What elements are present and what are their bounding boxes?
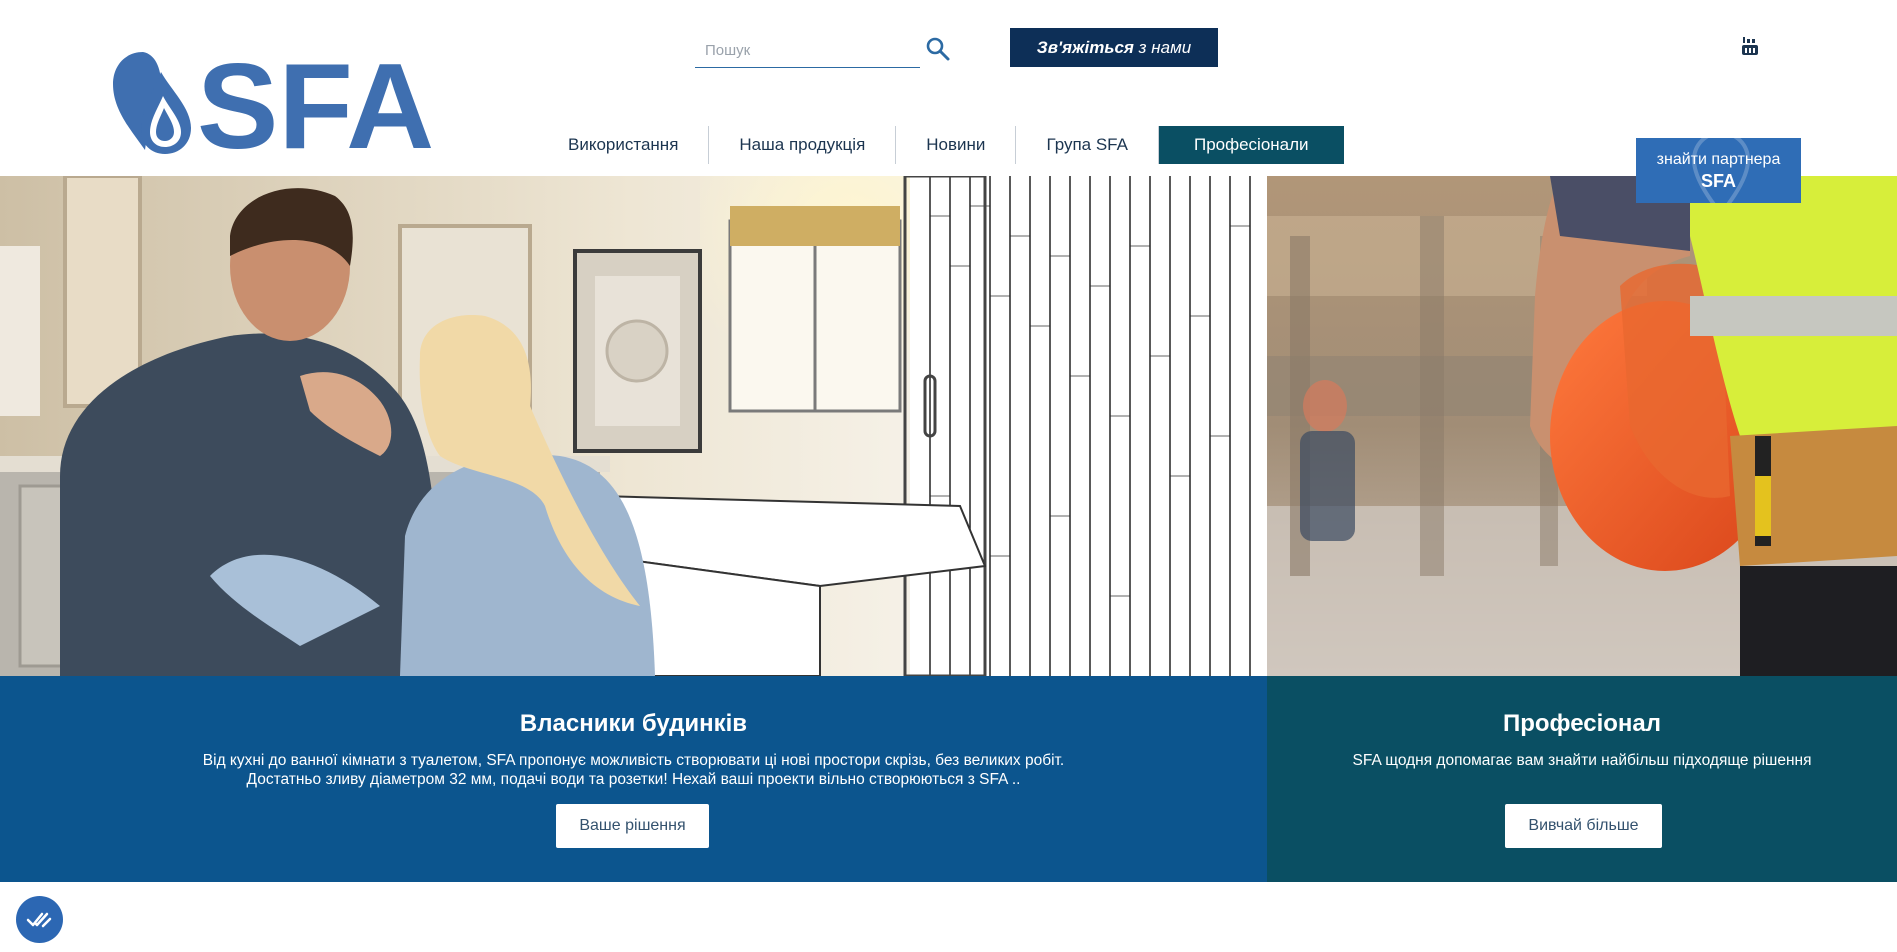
nav-item-professionals[interactable]: Професіонали: [1158, 126, 1344, 164]
sfa-logo-mark: SFA: [113, 50, 434, 156]
search-box: [695, 34, 920, 68]
nav-item-products[interactable]: Наша продукція: [709, 126, 895, 164]
search-input[interactable]: [695, 34, 875, 66]
contact-us-button[interactable]: Зв'яжіться з нами: [1010, 28, 1218, 67]
nav-item-news[interactable]: Новини: [896, 126, 1015, 164]
homeowners-text: Від кухні до ванної кімнати з туалетом, …: [0, 751, 1267, 789]
hero-illustration: [0, 176, 1897, 676]
search-button[interactable]: [925, 36, 951, 62]
your-solution-button[interactable]: Ваше рішення: [556, 804, 709, 848]
search-icon: [926, 37, 950, 61]
professional-text: SFA щодня допомагає вам знайти найбільш …: [1352, 752, 1812, 769]
professional-panel: Професіонал SFA щодня допомагає вам знай…: [1267, 676, 1897, 882]
cookie-consent-button[interactable]: [16, 896, 63, 943]
main-nav: Використання Наша продукція Новини Група…: [538, 126, 1344, 164]
learn-more-button[interactable]: Вивчай більше: [1505, 804, 1662, 848]
contact-bold-text: Зв'яжіться: [1036, 38, 1134, 57]
partner-line2: SFA: [1700, 171, 1736, 191]
partner-line1: знайти партнера: [1656, 151, 1781, 168]
hero-image: [0, 176, 1897, 676]
youtube-link[interactable]: [1740, 36, 1760, 56]
site-header: SFA Зв'яжіться з нами Використання Наша …: [0, 0, 1897, 176]
nav-item-group[interactable]: Група SFA: [1016, 126, 1158, 164]
youtube-icon: [1742, 37, 1758, 55]
homeowners-panel: Власники будинків Від кухні до ванної кі…: [0, 676, 1267, 882]
svg-text:SFA: SFA: [197, 50, 434, 156]
professional-title: Професіонал: [1502, 710, 1662, 737]
nav-item-usage[interactable]: Використання: [538, 126, 708, 164]
homeowners-title: Власники будинків: [519, 710, 748, 737]
double-check-icon: [26, 912, 52, 928]
contact-rest-text: з нами: [1133, 38, 1192, 57]
homeowners-text-line1: Від кухні до ванної кімнати з туалетом, …: [202, 752, 1065, 769]
homeowners-text-line2: Достатньо зливу діаметром 32 мм, подачі …: [246, 771, 1021, 788]
find-partner-button[interactable]: знайти партнера SFA: [1636, 138, 1801, 203]
sfa-logo[interactable]: SFA: [113, 50, 443, 156]
